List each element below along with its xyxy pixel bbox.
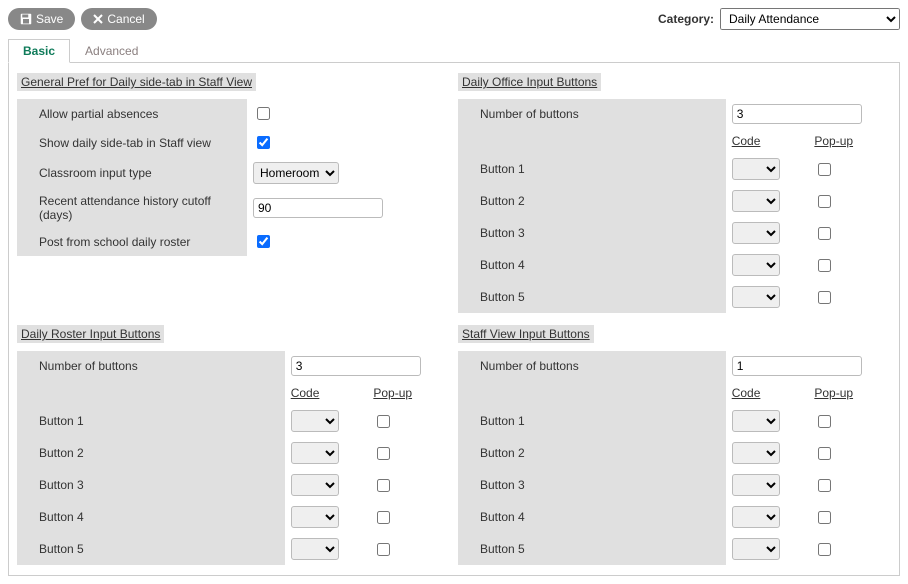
save-icon <box>20 13 32 25</box>
category-select[interactable]: Daily Attendance <box>720 8 900 30</box>
select-office-b1-code[interactable] <box>732 158 780 180</box>
select-staff-b4-code[interactable] <box>732 506 780 528</box>
cancel-button-label: Cancel <box>107 12 144 26</box>
checkbox-office-b4-popup[interactable] <box>818 259 831 272</box>
checkbox-roster-b2-popup[interactable] <box>377 447 390 460</box>
checkbox-staff-b3-popup[interactable] <box>818 479 831 492</box>
label-office-b2: Button 2 <box>458 185 726 217</box>
save-button[interactable]: Save <box>8 8 75 30</box>
label-staff-b4: Button 4 <box>458 501 726 533</box>
section-title-office: Daily Office Input Buttons <box>458 73 601 91</box>
select-office-b5-code[interactable] <box>732 286 780 308</box>
header-roster-code: Code <box>291 386 320 400</box>
label-show-sidetab: Show daily side-tab in Staff view <box>17 128 247 157</box>
tab-basic[interactable]: Basic <box>8 39 70 63</box>
save-button-label: Save <box>36 12 63 26</box>
label-roster-b5: Button 5 <box>17 533 285 565</box>
select-office-b3-code[interactable] <box>732 222 780 244</box>
select-office-b4-code[interactable] <box>732 254 780 276</box>
label-post-roster: Post from school daily roster <box>17 227 247 256</box>
checkbox-staff-b5-popup[interactable] <box>818 543 831 556</box>
label-roster-num: Number of buttons <box>17 351 285 381</box>
checkbox-staff-b2-popup[interactable] <box>818 447 831 460</box>
header-staff-code: Code <box>732 386 761 400</box>
input-recent-cutoff[interactable] <box>253 198 383 218</box>
select-staff-b1-code[interactable] <box>732 410 780 432</box>
label-staff-b2: Button 2 <box>458 437 726 469</box>
label-classroom-input: Classroom input type <box>17 157 247 189</box>
input-staff-num[interactable] <box>732 356 862 376</box>
tab-advanced[interactable]: Advanced <box>70 39 153 63</box>
checkbox-staff-b4-popup[interactable] <box>818 511 831 524</box>
select-staff-b2-code[interactable] <box>732 442 780 464</box>
label-roster-b3: Button 3 <box>17 469 285 501</box>
checkbox-office-b5-popup[interactable] <box>818 291 831 304</box>
select-roster-b1-code[interactable] <box>291 410 339 432</box>
cancel-icon <box>93 14 103 24</box>
section-title-general: General Pref for Daily side-tab in Staff… <box>17 73 256 91</box>
label-office-b1: Button 1 <box>458 153 726 185</box>
input-office-num[interactable] <box>732 104 862 124</box>
select-roster-b2-code[interactable] <box>291 442 339 464</box>
checkbox-allow-partial[interactable] <box>257 107 270 120</box>
label-office-b3: Button 3 <box>458 217 726 249</box>
checkbox-office-b2-popup[interactable] <box>818 195 831 208</box>
label-roster-b1: Button 1 <box>17 405 285 437</box>
label-office-b5: Button 5 <box>458 281 726 313</box>
header-office-popup: Pop-up <box>814 134 853 148</box>
label-recent-cutoff: Recent attendance history cutoff (days) <box>17 189 247 227</box>
label-staff-num: Number of buttons <box>458 351 726 381</box>
select-office-b2-code[interactable] <box>732 190 780 212</box>
section-title-staff: Staff View Input Buttons <box>458 325 594 343</box>
label-allow-partial: Allow partial absences <box>17 99 247 128</box>
checkbox-show-sidetab[interactable] <box>257 136 270 149</box>
select-roster-b3-code[interactable] <box>291 474 339 496</box>
label-roster-b2: Button 2 <box>17 437 285 469</box>
select-roster-b5-code[interactable] <box>291 538 339 560</box>
select-classroom-input[interactable]: Homeroom <box>253 162 339 184</box>
checkbox-post-roster[interactable] <box>257 235 270 248</box>
label-roster-b4: Button 4 <box>17 501 285 533</box>
category-label: Category: <box>658 12 714 26</box>
label-staff-b3: Button 3 <box>458 469 726 501</box>
label-staff-b1: Button 1 <box>458 405 726 437</box>
label-staff-b5: Button 5 <box>458 533 726 565</box>
checkbox-roster-b3-popup[interactable] <box>377 479 390 492</box>
header-staff-popup: Pop-up <box>814 386 853 400</box>
header-office-code: Code <box>732 134 761 148</box>
select-staff-b3-code[interactable] <box>732 474 780 496</box>
select-staff-b5-code[interactable] <box>732 538 780 560</box>
checkbox-roster-b4-popup[interactable] <box>377 511 390 524</box>
header-roster-popup: Pop-up <box>373 386 412 400</box>
checkbox-staff-b1-popup[interactable] <box>818 415 831 428</box>
checkbox-office-b3-popup[interactable] <box>818 227 831 240</box>
cancel-button[interactable]: Cancel <box>81 8 156 30</box>
label-office-num: Number of buttons <box>458 99 726 129</box>
checkbox-roster-b1-popup[interactable] <box>377 415 390 428</box>
select-roster-b4-code[interactable] <box>291 506 339 528</box>
input-roster-num[interactable] <box>291 356 421 376</box>
checkbox-roster-b5-popup[interactable] <box>377 543 390 556</box>
section-title-roster: Daily Roster Input Buttons <box>17 325 164 343</box>
label-office-b4: Button 4 <box>458 249 726 281</box>
checkbox-office-b1-popup[interactable] <box>818 163 831 176</box>
